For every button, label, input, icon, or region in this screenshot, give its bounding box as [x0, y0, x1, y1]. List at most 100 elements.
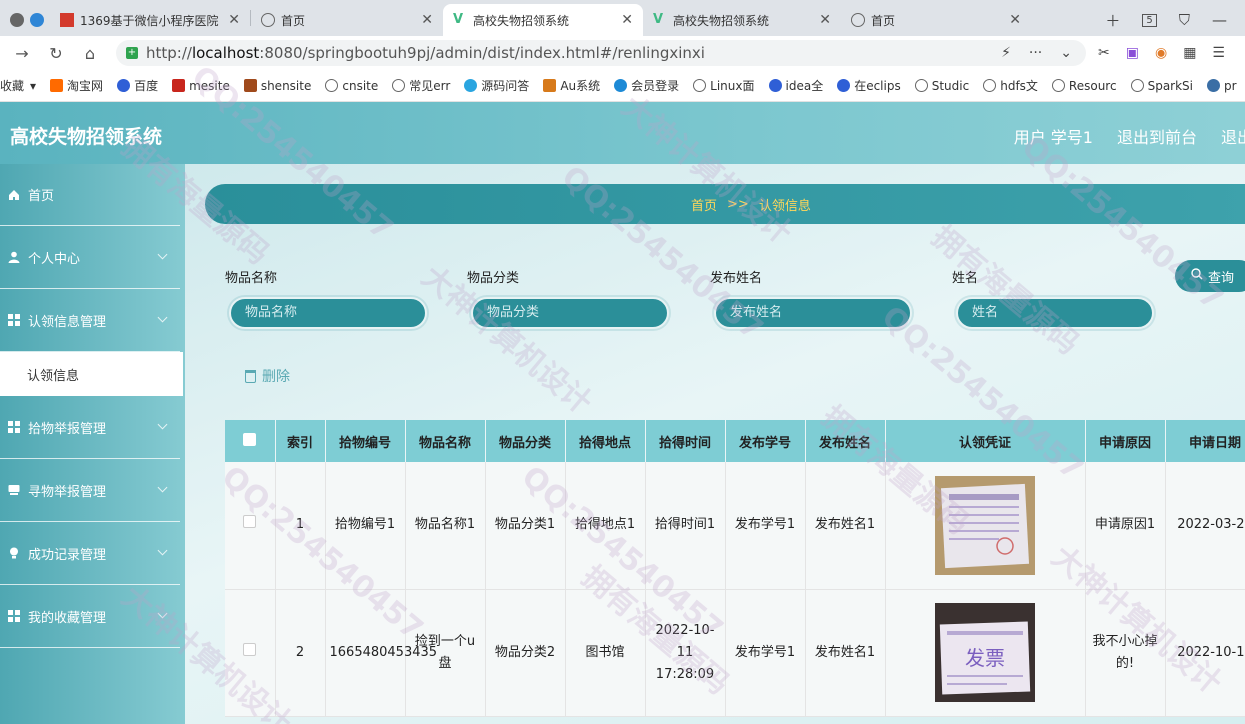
close-icon[interactable]: ✕ [1001, 12, 1021, 28]
column-header[interactable]: 拾得时间 [645, 420, 726, 462]
select-all-checkbox[interactable] [243, 432, 257, 446]
column-header[interactable]: 物品名称 [405, 420, 486, 462]
browser-tab[interactable]: V 高校失物招领系统 ✕ [643, 4, 841, 36]
bookmark-item[interactable]: Au系统 [543, 77, 600, 94]
cell-publisher-name: 发布姓名1 [805, 462, 886, 590]
column-header[interactable]: 拾得地点 [565, 420, 646, 462]
bookmark-label: 源码问答 [481, 79, 530, 93]
bookmark-item[interactable]: mesite [172, 79, 230, 93]
sidebar-subitem-claim-info[interactable]: 认领信息 [0, 352, 183, 396]
bookmark-label: pr [1224, 78, 1237, 93]
search-label: 物品分类 [467, 271, 520, 286]
row-select-cell [225, 462, 276, 590]
sidebar-item-home[interactable]: 首页 [0, 164, 180, 226]
search-field-publisher-name: 发布姓名 发布姓名 [710, 267, 912, 329]
scissors-icon[interactable]: ✂ [1098, 45, 1110, 61]
sidebar-item-label: 我的收藏管理 [28, 610, 107, 626]
bookmark-item[interactable]: shensite [243, 79, 311, 93]
sidebar-item-profile[interactable]: 个人中心 [0, 226, 180, 289]
bookmark-item[interactable]: idea全 [768, 77, 823, 94]
tab-count-badge[interactable]: 5 [1142, 13, 1157, 27]
menu-icon[interactable]: ☰ [1212, 45, 1225, 61]
breadcrumb-home[interactable]: 首页 [691, 195, 717, 214]
name-input[interactable]: 姓名 [956, 297, 1154, 329]
url-field[interactable]: + http://localhost:8080/springbootuh9pj/… [116, 40, 1086, 66]
browser-tab[interactable]: 1369基于微信小程序医院 ✕ [50, 4, 250, 36]
sidebar-item-found-report[interactable]: 拾物举报管理 [0, 396, 180, 459]
close-icon[interactable]: ✕ [220, 12, 240, 28]
translate-icon[interactable]: ▣ [1126, 45, 1139, 61]
item-category-input[interactable]: 物品分类 [471, 297, 669, 329]
bookmark-item[interactable]: Resourc [1051, 79, 1117, 93]
exit-front-link[interactable]: 退出到前台 [1117, 124, 1197, 148]
browser-tab[interactable]: 首页 ✕ [251, 4, 443, 36]
column-header[interactable]: 申请原因 [1085, 420, 1166, 462]
bookmark-favicon-icon [243, 79, 257, 92]
item-name-input[interactable]: 物品名称 [229, 297, 427, 329]
baidu-icon [117, 79, 131, 92]
query-button[interactable]: 查询 [1175, 260, 1245, 292]
lightning-icon[interactable]: ⚡ [1001, 45, 1011, 61]
chevron-down-icon[interactable]: ⌄ [1060, 45, 1072, 61]
shirt-icon[interactable]: ⛉ [1179, 11, 1190, 29]
bookmark-item[interactable]: cnsite [325, 79, 378, 93]
bookmark-item[interactable]: 淘宝网 [50, 77, 103, 94]
bookmarks-bar: 收藏 ▾ 淘宝网 百度 mesite shensite cnsite 常见err … [0, 70, 1245, 102]
telegram-icon[interactable] [30, 13, 44, 27]
reload-icon[interactable]: ↻ [44, 44, 68, 63]
column-header[interactable]: 物品分类 [485, 420, 566, 462]
sidebar-item-claim-management[interactable]: 认领信息管理 [0, 289, 180, 352]
bookmark-item[interactable]: pr [1207, 79, 1237, 93]
chevron-down-icon [157, 482, 168, 493]
profile-icon[interactable] [10, 13, 24, 27]
minimize-icon[interactable]: — [1212, 11, 1227, 29]
bookmark-item[interactable]: 在eclips [837, 77, 901, 94]
publisher-name-input[interactable]: 发布姓名 [714, 297, 912, 329]
column-header[interactable]: 发布学号 [725, 420, 806, 462]
column-header[interactable]: 认领凭证 [885, 420, 1086, 462]
bookmark-item[interactable]: hdfs文 [983, 77, 1038, 94]
column-header[interactable]: 发布姓名 [805, 420, 886, 462]
row-checkbox[interactable] [243, 515, 257, 529]
bookmark-item[interactable]: Linux面 [693, 77, 755, 94]
column-header[interactable]: 申请日期 [1165, 420, 1245, 462]
home-icon[interactable]: ⌂ [78, 44, 102, 63]
url-path: :8080/springbootuh9pj/admin/dist/index.h… [259, 44, 705, 62]
game-icon[interactable]: ◉ [1155, 45, 1167, 61]
cell-publisher-name: 发布姓名1 [805, 589, 886, 717]
bookmark-item[interactable]: 源码问答 [464, 77, 529, 94]
apps-grid-icon[interactable]: ▦ [1183, 45, 1196, 61]
browser-tab[interactable]: 首页 ✕ [841, 4, 1031, 36]
globe-icon [261, 13, 275, 27]
sidebar-item-label: 拾物举报管理 [28, 421, 107, 437]
exit-link[interactable]: 退出 [1221, 124, 1245, 148]
bookmark-item[interactable]: 会员登录 [614, 77, 679, 94]
browser-tab-active[interactable]: V 高校失物招领系统 ✕ [443, 4, 643, 36]
row-checkbox[interactable] [243, 642, 257, 656]
bookmark-item[interactable]: SparkSi [1130, 79, 1193, 93]
new-tab-icon[interactable]: ＋ [1105, 10, 1120, 31]
globe-icon [1051, 79, 1065, 92]
delete-button[interactable]: 删除 [245, 366, 290, 386]
close-icon[interactable]: ✕ [811, 12, 831, 28]
invoice-image[interactable]: 发票 [935, 603, 1035, 702]
close-icon[interactable]: ✕ [413, 12, 433, 28]
column-header[interactable]: 索引 [275, 420, 326, 462]
receipt-image[interactable] [935, 475, 1035, 575]
cell-category: 物品分类2 [485, 589, 566, 717]
table-row[interactable]: 2 1665480453435 捡到一个u盘 物品分类2 图书馆 2022-10… [225, 589, 1245, 717]
bookmark-item[interactable]: 收藏 ▾ [0, 77, 36, 94]
sidebar-item-lost-report[interactable]: 寻物举报管理 [0, 459, 180, 522]
close-icon[interactable]: ✕ [613, 12, 633, 28]
column-header[interactable]: 拾物编号 [325, 420, 406, 462]
forward-icon[interactable]: → [10, 44, 34, 63]
globe-icon [693, 79, 707, 92]
sidebar-item-favorites[interactable]: 我的收藏管理 [0, 585, 180, 648]
bookmark-item[interactable]: 常见err [392, 77, 450, 94]
bookmark-item[interactable]: 百度 [117, 77, 158, 94]
sidebar-item-success-records[interactable]: 成功记录管理 [0, 522, 180, 585]
table-row[interactable]: 1 拾物编号1 物品名称1 物品分类1 拾得地点1 拾得时间1 发布学号1 发布… [225, 462, 1245, 590]
bookmark-item[interactable]: Studic [914, 79, 969, 93]
more-icon[interactable]: ··· [1029, 45, 1042, 61]
cell-publisher-id: 发布学号1 [725, 462, 806, 590]
